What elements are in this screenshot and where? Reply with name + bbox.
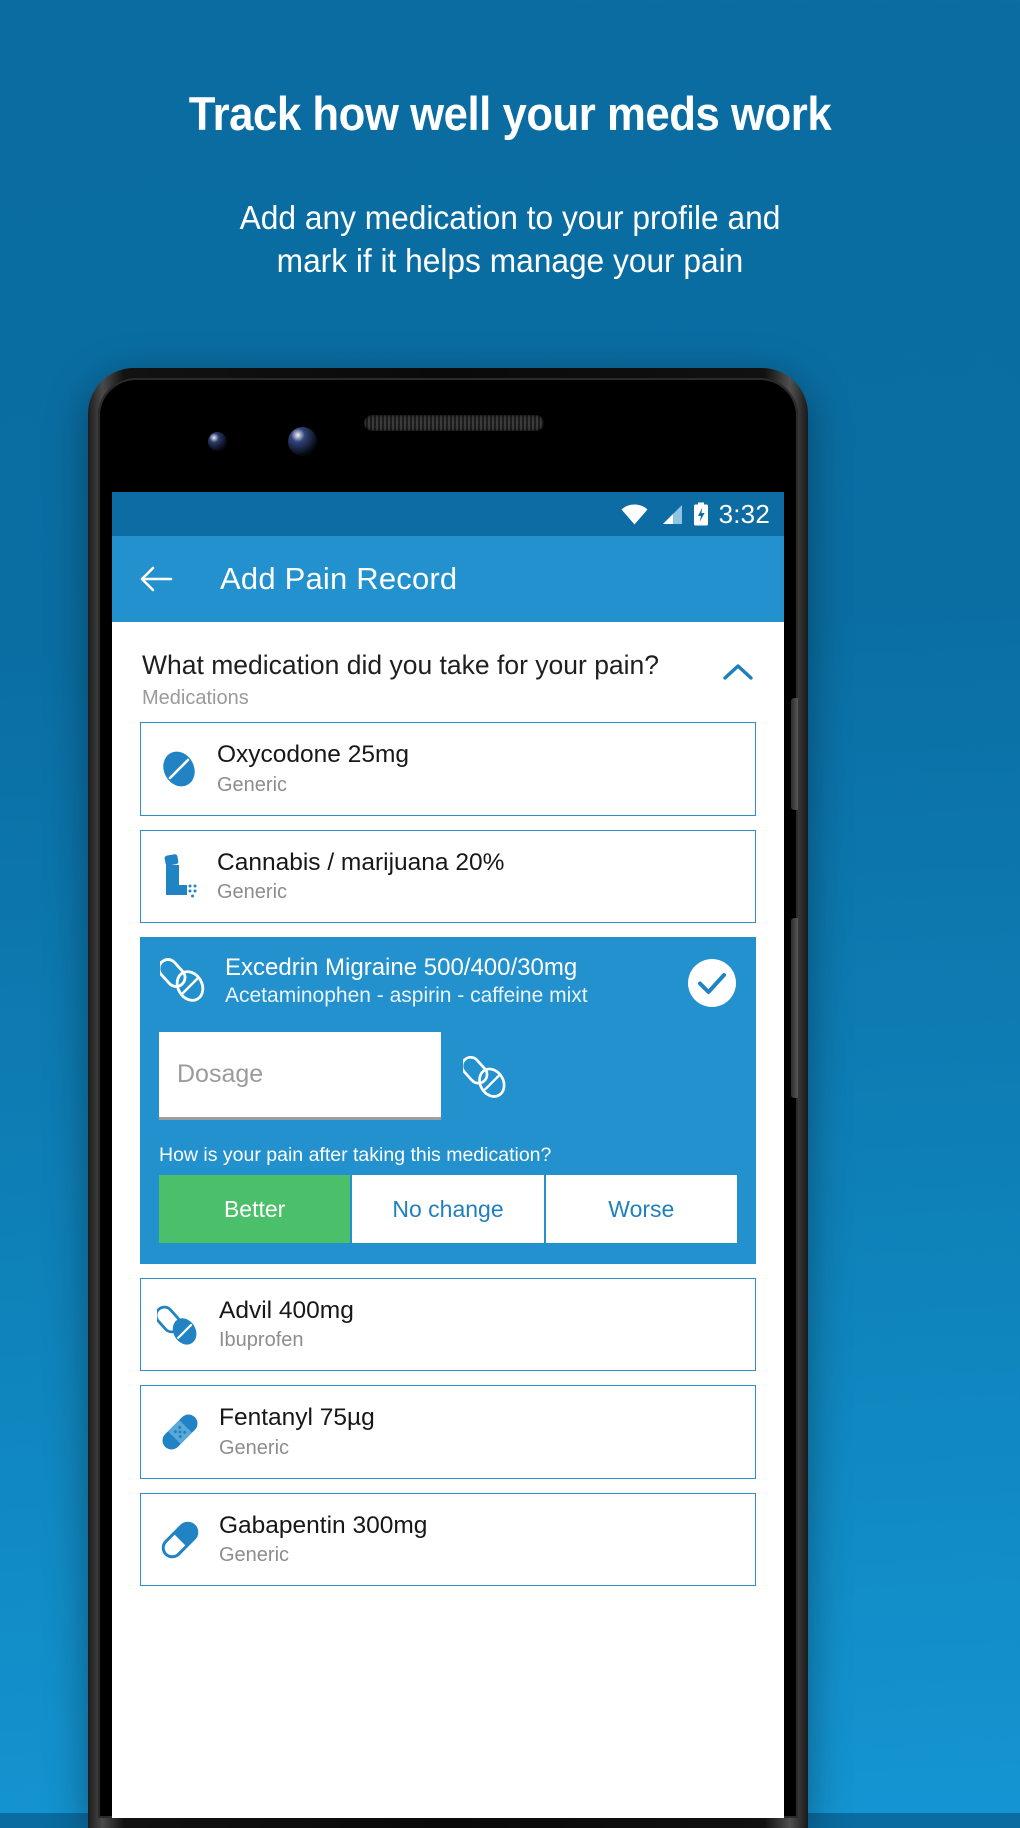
pain-option-worse[interactable]: Worse (545, 1175, 737, 1244)
dosage-row (159, 1032, 737, 1121)
medication-subtitle: Generic (217, 773, 288, 796)
earpiece-speaker (364, 415, 544, 431)
medication-subtitle: Generic (219, 1544, 290, 1567)
promo-headline: Track how well your meds work (188, 87, 832, 140)
section-subtitle: Medications (142, 687, 249, 710)
pain-effect-segmented-control: Better No change Worse (159, 1175, 737, 1244)
pain-effect-question: How is your pain after taking this medic… (159, 1144, 552, 1167)
medication-title: Fentanyl 75µg (219, 1404, 375, 1432)
volume-button[interactable] (791, 918, 798, 1098)
medications-list: Oxycodone 25mg Generic Cannabis / mariju… (112, 710, 784, 1587)
list-item[interactable]: Oxycodone 25mg Generic (140, 722, 756, 816)
status-bar: 3:32 (112, 492, 784, 536)
capsule-and-pill-icon (159, 954, 211, 1004)
inhaler-icon (157, 853, 201, 899)
list-item[interactable]: Cannabis / marijuana 20% Generic (140, 829, 756, 924)
promo-subtitle: Add any medication to your profile and m… (20, 196, 999, 283)
promo-subtitle-line-1: Add any medication to your profile and (239, 198, 781, 236)
capsule-and-pill-icon (463, 1052, 511, 1100)
list-item[interactable]: Gabapentin 300mg Generic (140, 1492, 756, 1587)
medications-section-header: What medication did you take for your pa… (112, 622, 784, 710)
front-camera-primary-icon (288, 427, 317, 456)
capsule-and-pill-icon (157, 1302, 203, 1348)
section-question: What medication did you take for your pa… (142, 650, 660, 680)
list-item[interactable]: Fentanyl 75µg Generic (140, 1385, 756, 1479)
power-button[interactable] (791, 698, 798, 810)
medication-title: Cannabis / marijuana 20% (217, 848, 505, 876)
status-bar-time: 3:32 (718, 498, 770, 529)
medication-subtitle: Acetaminophen - aspirin - caffeine mixt (225, 983, 588, 1007)
pain-option-no-change[interactable]: No change (352, 1175, 546, 1244)
medication-title: Oxycodone 25mg (217, 741, 410, 769)
battery-charging-icon (693, 502, 709, 527)
list-item[interactable]: Advil 400mg Ibuprofen (140, 1278, 756, 1372)
capsule-icon (157, 1517, 203, 1563)
wifi-icon (621, 504, 648, 525)
app-bar-title: Add Pain Record (220, 561, 458, 596)
medication-subtitle: Generic (219, 1436, 290, 1459)
chevron-up-icon[interactable] (722, 662, 754, 687)
bandage-patch-icon (157, 1409, 203, 1455)
round-pill-icon (157, 747, 201, 791)
check-circle-icon[interactable] (687, 958, 737, 1008)
phone-bezel: 3:32 Add Pain Record What medication did… (98, 378, 798, 1818)
pain-option-better[interactable]: Better (159, 1175, 353, 1244)
medication-title: Excedrin Migraine 500/400/30mg (225, 954, 578, 982)
medication-subtitle: Generic (217, 881, 288, 904)
medication-subtitle: Ibuprofen (219, 1329, 304, 1352)
app-bar: Add Pain Record (112, 536, 784, 622)
app-screen: 3:32 Add Pain Record What medication did… (112, 492, 784, 1818)
promo-subtitle-line-2: mark if it helps manage your pain (276, 242, 744, 280)
dosage-input[interactable] (159, 1032, 441, 1121)
front-camera-secondary-icon (208, 432, 227, 451)
phone-mockup: 3:32 Add Pain Record What medication did… (88, 368, 808, 1828)
list-item-selected[interactable]: Excedrin Migraine 500/400/30mg Acetamino… (140, 937, 756, 1265)
promo-text-block: Track how well your meds work Add any me… (0, 0, 1020, 283)
cellular-signal-icon (658, 504, 683, 525)
back-arrow-icon[interactable] (140, 565, 174, 593)
medication-title: Advil 400mg (219, 1297, 354, 1325)
medication-title: Gabapentin 300mg (219, 1511, 428, 1539)
